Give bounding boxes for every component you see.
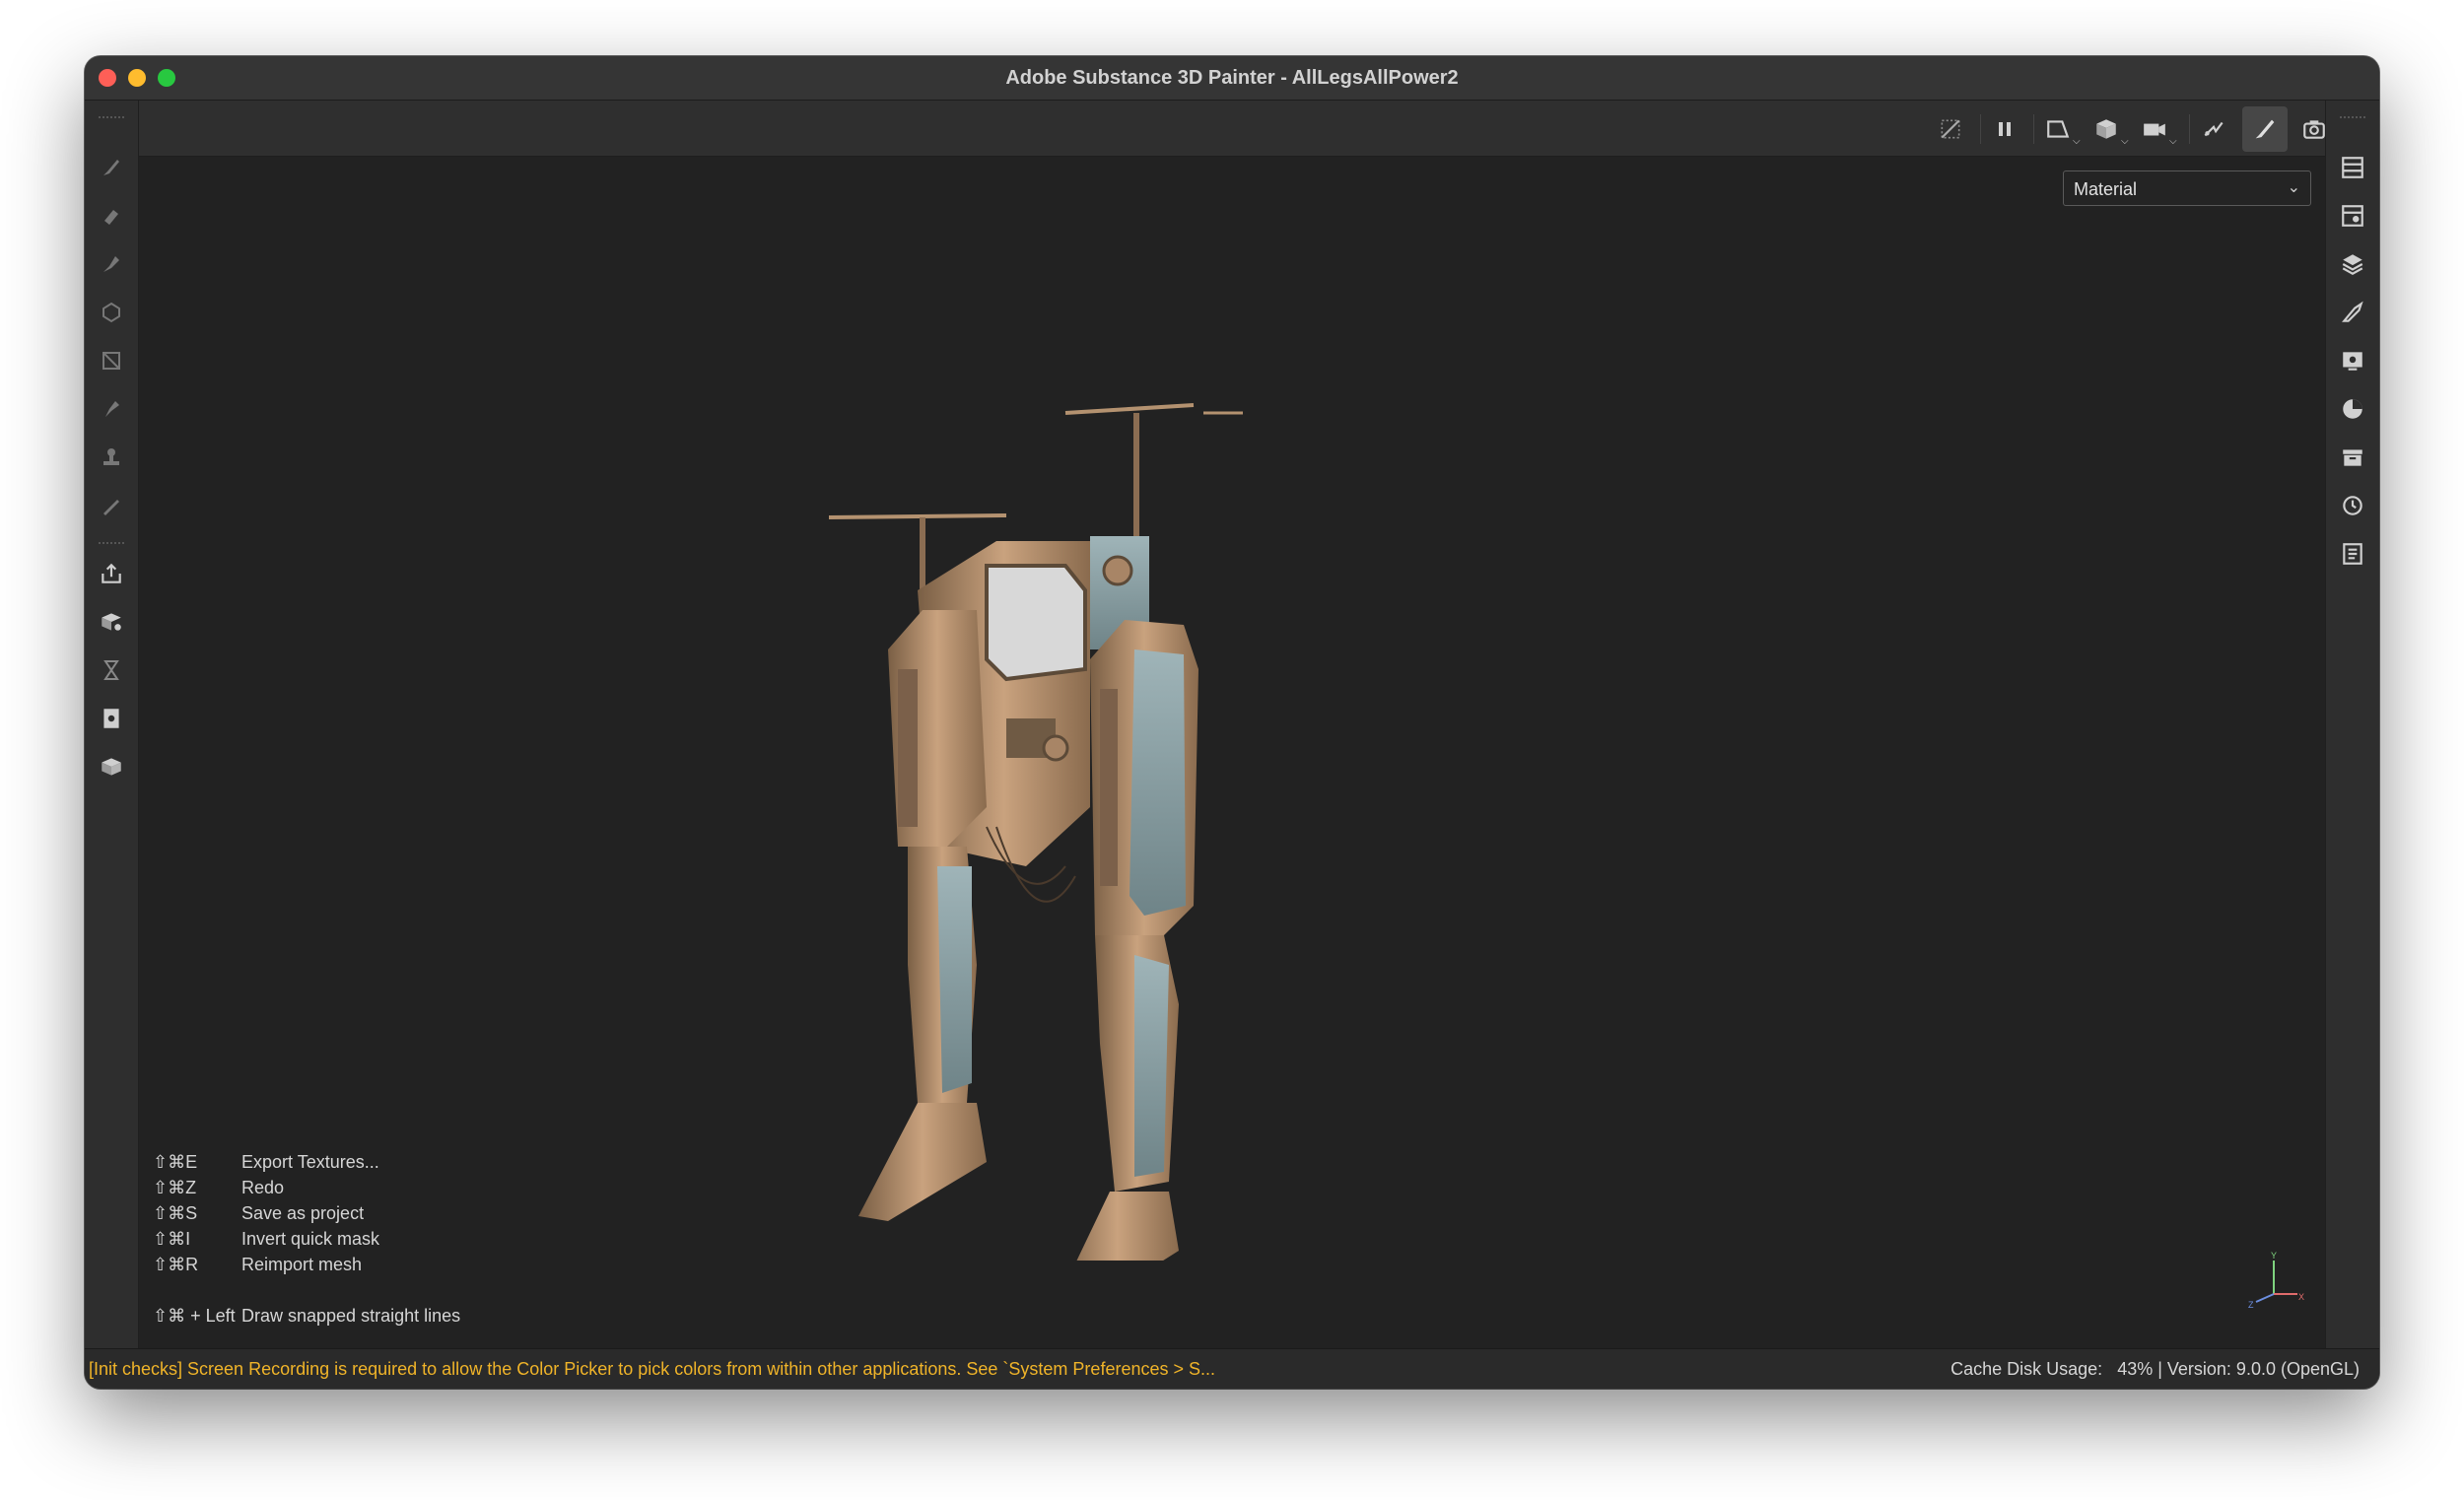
- toolbar-separator: [2033, 114, 2034, 144]
- smudge-icon[interactable]: [96, 393, 127, 425]
- gizmo-z-label: Z: [2248, 1300, 2254, 1310]
- bake-icon[interactable]: [96, 606, 127, 638]
- camera-dropdown-icon[interactable]: ⌵: [2169, 136, 2177, 147]
- toolbar-grip[interactable]: [99, 542, 124, 546]
- cache-version-value: 43% | Version: 9.0.0 (OpenGL): [2117, 1359, 2360, 1379]
- shortcut-label: Invert quick mask: [241, 1229, 380, 1249]
- shortcut-label: Draw snapped straight lines: [241, 1306, 461, 1326]
- shortcut-key: ⇧⌘E: [153, 1152, 198, 1172]
- shortcut-label: Reimport mesh: [241, 1255, 363, 1274]
- shader-icon[interactable]: [2337, 393, 2368, 425]
- status-warning-message[interactable]: [Init checks] Screen Recording is requir…: [89, 1359, 1215, 1380]
- view-mode-icon[interactable]: [2041, 112, 2075, 146]
- 3d-viewport[interactable]: Material ⌄ ⇧⌘E Export Textures... ⇧⌘Z Re…: [139, 157, 2325, 1349]
- shortcut-key: ⇧⌘ + Left: [153, 1306, 236, 1326]
- export-icon[interactable]: [96, 558, 127, 589]
- shortcut-key: ⇧⌘S: [153, 1203, 198, 1223]
- hourglass-icon[interactable]: [96, 654, 127, 686]
- viewport-toolbar: ⌵ ⌵ ⌵: [139, 101, 2325, 157]
- title-bar: Adobe Substance 3D Painter - AllLegsAllP…: [85, 56, 2379, 101]
- view-mode-dropdown-icon[interactable]: ⌵: [2073, 136, 2081, 147]
- toolbar-grip[interactable]: [99, 116, 124, 120]
- paint-mode-icon[interactable]: [2242, 106, 2288, 152]
- camera-icon[interactable]: [2138, 112, 2171, 146]
- pause-icon[interactable]: [1988, 112, 2021, 146]
- window-title: Adobe Substance 3D Painter - AllLegsAllP…: [1005, 67, 1459, 89]
- projection-icon[interactable]: [96, 248, 127, 280]
- eraser-icon[interactable]: [96, 200, 127, 232]
- cube-icon[interactable]: [2089, 112, 2123, 146]
- robot-model[interactable]: [829, 275, 1341, 1261]
- status-bar: [Init checks] Screen Recording is requir…: [85, 1348, 2379, 1389]
- polygon-fill-icon[interactable]: [96, 345, 127, 376]
- cube-dropdown-icon[interactable]: ⌵: [2121, 136, 2129, 147]
- toolbar-grip[interactable]: [2340, 116, 2365, 120]
- gizmo-y-label: Y: [2271, 1251, 2277, 1261]
- toolbar-separator: [2189, 114, 2190, 144]
- hide-icon[interactable]: [1934, 112, 1967, 146]
- box-icon[interactable]: [96, 751, 127, 783]
- texture-set-icon[interactable]: [2337, 200, 2368, 232]
- channel-dropdown-value: Material: [2074, 179, 2138, 199]
- left-toolbar: [85, 101, 139, 1349]
- log-icon[interactable]: [2337, 538, 2368, 570]
- axis-gizmo: Y X Z: [2248, 1251, 2304, 1310]
- paint-brush-icon[interactable]: [96, 152, 127, 183]
- toolbar-separator: [1980, 114, 1981, 144]
- chevron-down-icon: ⌄: [2287, 179, 2300, 196]
- history-icon[interactable]: [2337, 490, 2368, 521]
- shortcut-label: Save as project: [241, 1203, 365, 1223]
- channel-dropdown[interactable]: Material ⌄: [2063, 170, 2311, 206]
- document-search-icon[interactable]: [96, 703, 127, 734]
- gizmo-x-label: X: [2298, 1292, 2304, 1302]
- shortcut-key: ⇧⌘Z: [153, 1178, 197, 1197]
- clone-stamp-icon[interactable]: [96, 442, 127, 473]
- shortcut-key: ⇧⌘R: [153, 1255, 199, 1274]
- layers-list-icon[interactable]: [2337, 152, 2368, 183]
- app-window: Adobe Substance 3D Painter - AllLegsAllP…: [85, 56, 2379, 1389]
- right-toolbar: [2325, 101, 2379, 1349]
- cache-disk-label: Cache Disk Usage:: [1951, 1359, 2103, 1379]
- display-settings-icon[interactable]: [2337, 345, 2368, 376]
- layers-icon[interactable]: [2337, 248, 2368, 280]
- shortcut-label: Redo: [241, 1178, 285, 1197]
- assets-icon[interactable]: [2337, 442, 2368, 473]
- shortcut-label: Export Textures...: [241, 1152, 379, 1172]
- geometry-mask-icon[interactable]: [96, 297, 127, 328]
- properties-icon[interactable]: [2337, 297, 2368, 328]
- status-info: Cache Disk Usage: 43% | Version: 9.0.0 (…: [1941, 1359, 2360, 1380]
- color-picker-icon[interactable]: [96, 490, 127, 521]
- symmetry-icon[interactable]: [2197, 112, 2230, 146]
- shortcut-key: ⇧⌘I: [153, 1229, 191, 1249]
